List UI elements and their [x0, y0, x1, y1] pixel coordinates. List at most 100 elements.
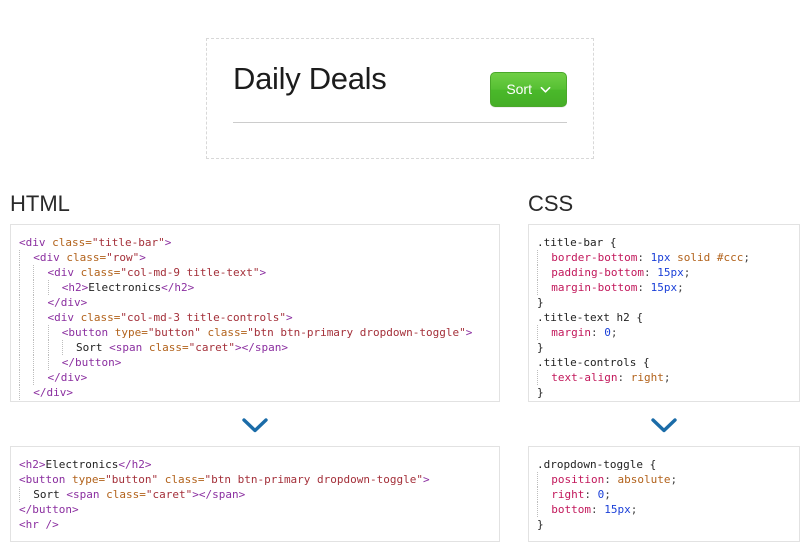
- indent-guide: [33, 325, 47, 340]
- code-token: right: [551, 488, 584, 501]
- html-result-column: <h2>Electronics</h2><button type="button…: [0, 446, 510, 542]
- indent-guide: [33, 295, 47, 310]
- code-token: 0: [604, 326, 611, 339]
- code-line: margin: 0;: [537, 325, 789, 340]
- indent-guide: [537, 487, 551, 502]
- code-line: <div class="row">: [19, 250, 489, 265]
- code-token: >: [466, 326, 473, 339]
- code-token: ></span>: [192, 488, 245, 501]
- sort-button-label: Sort: [506, 82, 532, 96]
- code-token: <hr />: [19, 518, 59, 531]
- code-line: .title-bar {: [537, 235, 789, 250]
- code-token: class=: [207, 326, 247, 339]
- code-line: <button type="button" class="btn btn-pri…: [19, 325, 489, 340]
- indent-guide: [19, 385, 33, 400]
- code-token: class=: [81, 311, 121, 324]
- css-source-code: .title-bar { border-bottom: 1px solid #c…: [537, 235, 789, 400]
- indent-guide: [33, 280, 47, 295]
- code-token: :: [637, 251, 650, 264]
- css-source-panel: .title-bar { border-bottom: 1px solid #c…: [528, 224, 800, 402]
- code-token: "row": [106, 251, 139, 264]
- html-source-column: <div class="title-bar"> <div class="row"…: [0, 224, 510, 402]
- indent-guide: [19, 370, 33, 385]
- code-token: ;: [670, 473, 677, 486]
- code-token: padding-bottom: [551, 266, 644, 279]
- code-token: :: [591, 326, 604, 339]
- code-token: class=: [165, 473, 205, 486]
- code-token: class=: [66, 251, 106, 264]
- code-token: :: [617, 371, 630, 384]
- code-token: 15px: [657, 266, 684, 279]
- demo-preview-area: Daily Deals Sort: [0, 0, 800, 159]
- code-line: position: absolute;: [537, 472, 789, 487]
- indent-guide: [537, 502, 551, 517]
- code-token: class=: [106, 488, 146, 501]
- indent-guide: [19, 295, 33, 310]
- code-line: </button>: [19, 355, 489, 370]
- source-panels-row: <div class="title-bar"> <div class="row"…: [0, 224, 800, 402]
- code-token: 15px: [651, 281, 678, 294]
- arrows-row: [0, 410, 800, 440]
- code-token: .title-controls {: [537, 356, 650, 369]
- indent-guide: [48, 280, 62, 295]
- code-line: .title-controls {: [537, 355, 789, 370]
- css-column-heading-wrap: CSS: [510, 193, 800, 215]
- code-line: }: [537, 295, 789, 310]
- css-result-code: .dropdown-toggle { position: absolute; r…: [537, 457, 789, 532]
- code-token: <button: [62, 326, 115, 339]
- sort-button[interactable]: Sort: [490, 72, 567, 107]
- code-token: ;: [743, 251, 750, 264]
- code-token: <button: [19, 473, 72, 486]
- code-token: </div>: [48, 371, 88, 384]
- code-token: }: [537, 386, 544, 399]
- code-token: 15px: [604, 503, 631, 516]
- code-token: "btn btn-primary dropdown-toggle": [247, 326, 466, 339]
- code-token: class=: [52, 236, 92, 249]
- code-token: right: [631, 371, 664, 384]
- code-line: right: 0;: [537, 487, 789, 502]
- code-line: </div>: [19, 400, 489, 402]
- code-line: </div>: [19, 370, 489, 385]
- code-token: "col-md-9 title-text": [120, 266, 259, 279]
- code-line: }: [537, 385, 789, 400]
- css-arrow-column: [510, 410, 800, 440]
- code-token: "title-bar": [92, 236, 165, 249]
- code-line: .title-text h2 {: [537, 310, 789, 325]
- result-panels-row: <h2>Electronics</h2><button type="button…: [0, 446, 800, 542]
- indent-guide: [62, 340, 76, 355]
- code-token: class=: [81, 266, 121, 279]
- code-token: ;: [631, 503, 638, 516]
- code-token: ;: [604, 488, 611, 501]
- indent-guide: [33, 265, 47, 280]
- code-line: Sort <span class="caret"></span>: [19, 340, 489, 355]
- code-token: <h2>: [19, 458, 46, 471]
- code-token: "caret": [189, 341, 235, 354]
- indent-guide: [19, 280, 33, 295]
- code-token: >: [139, 251, 146, 264]
- code-token: </h2>: [161, 281, 194, 294]
- code-token: type=: [115, 326, 148, 339]
- code-token: ;: [677, 281, 684, 294]
- code-line: border-bottom: 1px solid #ccc;: [537, 250, 789, 265]
- indent-guide: [19, 355, 33, 370]
- code-token: :: [644, 266, 657, 279]
- code-token: bottom: [551, 503, 591, 516]
- code-token: ;: [611, 326, 618, 339]
- code-line: <div class="title-bar">: [19, 235, 489, 250]
- code-token: </div>: [33, 386, 73, 399]
- code-token: <div: [48, 266, 81, 279]
- code-line: text-align: right;: [537, 370, 789, 385]
- indent-guide: [537, 280, 551, 295]
- code-token: margin-bottom: [551, 281, 637, 294]
- code-token: 1px: [651, 251, 678, 264]
- code-token: class=: [149, 341, 189, 354]
- indent-guide: [33, 355, 47, 370]
- code-token: </div>: [48, 296, 88, 309]
- code-token: </button>: [62, 356, 122, 369]
- code-token: "btn btn-primary dropdown-toggle": [204, 473, 423, 486]
- code-token: "col-md-3 title-controls": [120, 311, 286, 324]
- code-line: bottom: 15px;: [537, 502, 789, 517]
- html-flow-arrow: [10, 410, 500, 440]
- indent-guide: [48, 355, 62, 370]
- css-result-column: .dropdown-toggle { position: absolute; r…: [510, 446, 800, 542]
